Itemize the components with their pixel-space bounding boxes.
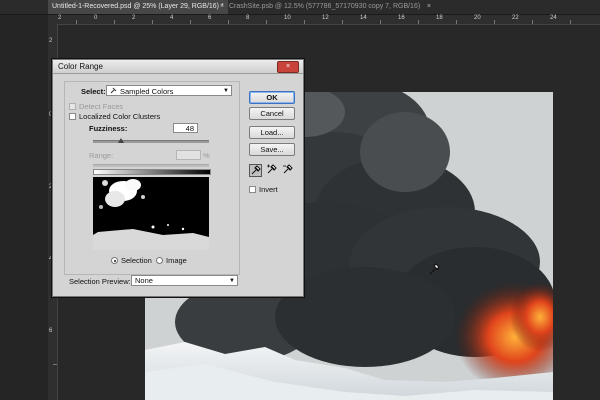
ruler-label: 12 xyxy=(322,15,329,21)
selection-preview-dropdown[interactable]: None ▼ xyxy=(131,275,238,286)
ruler-label: 0 xyxy=(94,15,98,21)
workspace-left-gutter xyxy=(0,15,48,400)
tab-title: Untitled-1-Recovered.psd @ 25% (Layer 29… xyxy=(52,3,224,10)
fuzziness-label: Fuzziness: xyxy=(89,124,128,133)
selection-radio-label: Selection xyxy=(121,256,152,265)
ok-button[interactable]: OK xyxy=(249,91,295,104)
save-button[interactable]: Save... xyxy=(249,143,295,156)
document-tab-crashsite[interactable]: CrashSite.psb @ 12.5% (577786_57170930 c… xyxy=(225,0,431,14)
ruler-label: 2 xyxy=(132,15,136,21)
close-button[interactable]: × xyxy=(277,61,299,73)
cancel-button[interactable]: Cancel xyxy=(249,107,295,120)
dialog-title: Color Range xyxy=(58,62,103,71)
eyedropper-minus-icon xyxy=(283,164,293,174)
ruler-label: 6 xyxy=(49,328,53,334)
close-icon[interactable]: × xyxy=(427,0,431,14)
fuzziness-input[interactable]: 48 xyxy=(173,123,198,133)
select-value: Sampled Colors xyxy=(120,87,174,96)
ruler-label: 18 xyxy=(436,15,443,21)
ruler-label: 16 xyxy=(398,15,405,21)
tab-title: CrashSite.psb @ 12.5% (577786_57170930 c… xyxy=(229,3,421,10)
ruler-label: 20 xyxy=(474,15,481,21)
document-tab-active[interactable]: Untitled-1-Recovered.psd @ 25% (Layer 29… xyxy=(48,0,228,14)
select-dropdown[interactable]: Sampled Colors ▼ xyxy=(106,85,232,96)
ruler-horizontal[interactable]: 2 0 2 4 6 8 10 12 14 16 18 20 22 24 xyxy=(48,15,600,25)
eyedropper-icon xyxy=(110,86,117,97)
localized-clusters-checkbox[interactable] xyxy=(69,113,76,120)
range-input xyxy=(176,150,201,160)
ruler-label: 6 xyxy=(208,15,212,21)
eyedropper-minus-tool[interactable] xyxy=(281,164,294,177)
ruler-label: 10 xyxy=(284,15,291,21)
chevron-down-icon: ▼ xyxy=(229,278,235,284)
eyedropper-cursor-icon xyxy=(428,262,440,278)
ruler-label: 4 xyxy=(170,15,174,21)
chevron-down-icon: ▼ xyxy=(223,88,229,94)
ruler-label: 2 xyxy=(58,15,62,21)
detect-faces-label: Detect Faces xyxy=(79,102,124,111)
fuzziness-gradient-bar xyxy=(93,169,211,175)
invert-checkbox[interactable] xyxy=(249,186,256,193)
eyedropper-tool[interactable] xyxy=(249,164,262,177)
selection-preview-label: Selection Preview: xyxy=(69,277,131,286)
document-tab-bar: Untitled-1-Recovered.psd @ 25% (Layer 29… xyxy=(0,0,600,15)
ruler-label: 8 xyxy=(246,15,250,21)
eyedropper-plus-tool[interactable] xyxy=(265,164,278,177)
localized-clusters-label: Localized Color Clusters xyxy=(79,112,161,121)
dialog-titlebar[interactable]: Color Range × xyxy=(53,60,303,74)
selection-preview-value: None xyxy=(135,276,153,285)
ruler-label: 24 xyxy=(550,15,557,21)
image-radio[interactable] xyxy=(156,257,163,264)
selection-radio[interactable] xyxy=(111,257,118,264)
invert-label: Invert xyxy=(259,185,278,194)
selection-preview-thumbnail xyxy=(93,177,209,250)
ruler-label: 22 xyxy=(512,15,519,21)
image-radio-label: Image xyxy=(166,256,187,265)
range-slider xyxy=(93,164,209,167)
select-label: Select: xyxy=(81,87,106,96)
load-button[interactable]: Load... xyxy=(249,126,295,139)
fuzziness-slider-thumb[interactable] xyxy=(117,138,124,143)
range-label: Range: xyxy=(89,151,114,160)
detect-faces-checkbox[interactable] xyxy=(69,103,76,110)
range-unit: % xyxy=(203,151,210,160)
eyedropper-plus-icon xyxy=(267,164,277,174)
ruler-label: 14 xyxy=(360,15,367,21)
ruler-label: 2 xyxy=(49,38,53,44)
close-icon[interactable]: × xyxy=(220,0,224,14)
eyedropper-icon xyxy=(251,165,261,175)
fuzziness-slider[interactable] xyxy=(93,140,209,143)
color-range-dialog: Color Range × Select: Sampled Colors ▼ D… xyxy=(52,59,304,297)
